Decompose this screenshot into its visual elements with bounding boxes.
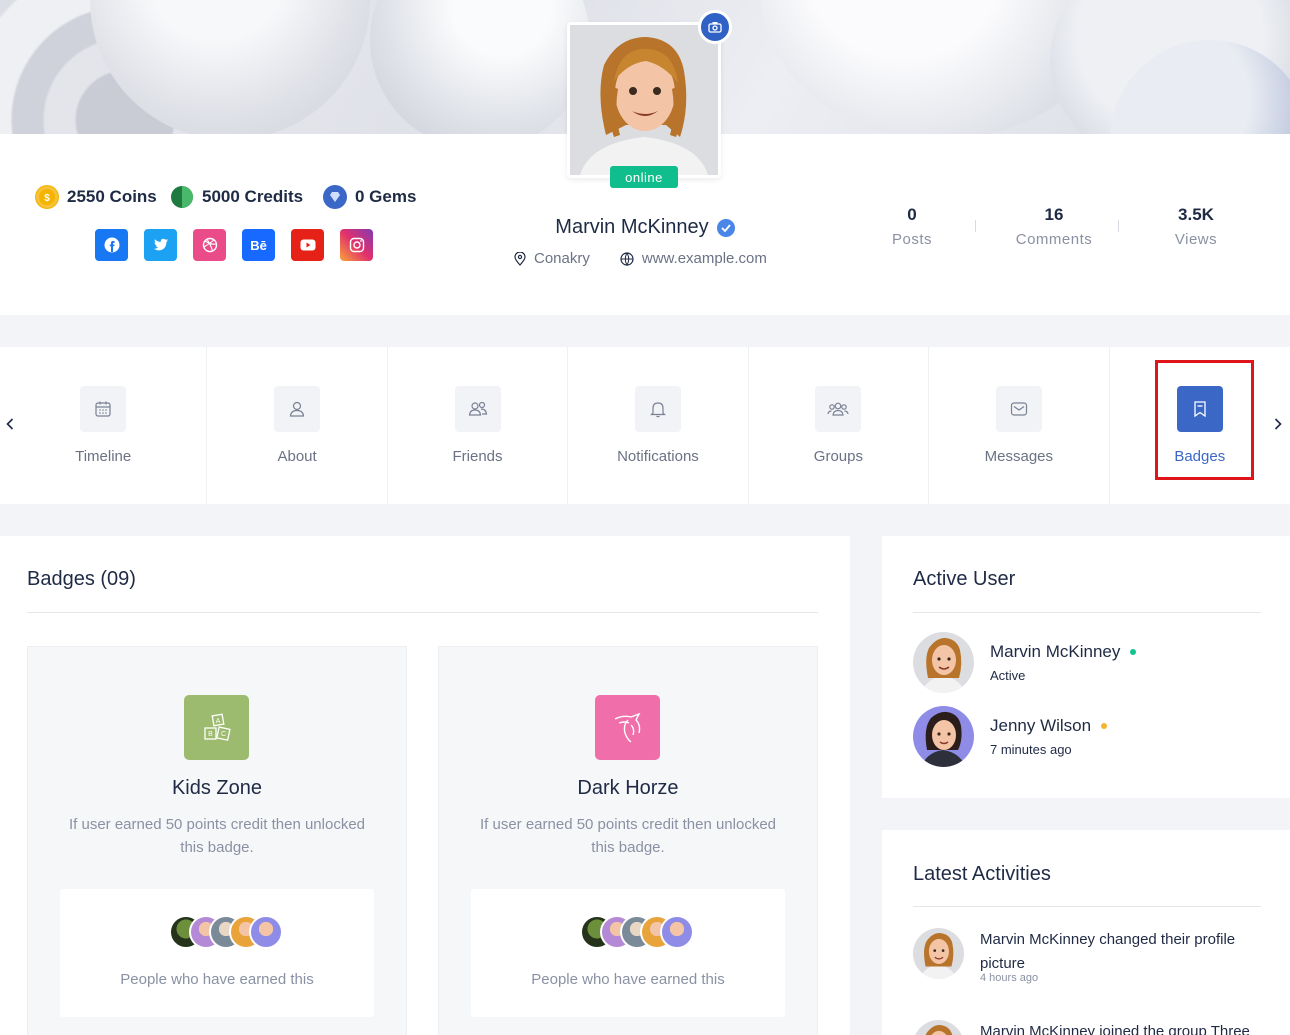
- divider: [913, 612, 1261, 613]
- change-photo-button[interactable]: [698, 10, 732, 44]
- badge-description: If user earned 50 points credit then unl…: [479, 816, 777, 856]
- badges-title: Badges (09): [27, 568, 136, 590]
- active-tab-highlight: [1155, 360, 1254, 480]
- badge-card[interactable]: Dark Horze If user earned 50 points cred…: [438, 646, 818, 1035]
- avatar: [913, 1020, 964, 1035]
- earned-avatars: [169, 915, 283, 949]
- chevron-right-icon: [1274, 418, 1282, 430]
- tab-notifications[interactable]: Notifications: [568, 347, 749, 504]
- horse-icon: [595, 695, 660, 760]
- earned-box: People who have earned this: [60, 889, 374, 1017]
- latest-activities-title: Latest Activities: [913, 863, 1051, 885]
- credits-balance: 5000 Credits: [170, 185, 303, 209]
- gem-icon: [323, 185, 347, 209]
- profile-website-link[interactable]: www.example.com: [620, 250, 767, 267]
- svg-text:C: C: [220, 731, 225, 738]
- map-pin-icon: [514, 251, 526, 266]
- svg-text:B: B: [208, 731, 213, 738]
- tabs-next-arrow[interactable]: [1272, 416, 1284, 432]
- profile-stats: 0 Posts 16 Comments 3.5K Views: [841, 205, 1267, 248]
- active-user-item[interactable]: Jenny Wilson 7 minutes ago: [913, 706, 1108, 767]
- user-icon: [274, 386, 321, 432]
- avatar: [913, 706, 974, 767]
- online-status-badge: online: [610, 166, 678, 188]
- stat-divider: [975, 220, 976, 232]
- away-dot: [1101, 723, 1108, 729]
- chevron-left-icon: [6, 418, 14, 430]
- earned-text: People who have earned this: [120, 971, 314, 988]
- tabs-prev-arrow[interactable]: [4, 416, 16, 432]
- user-status: 7 minutes ago: [990, 742, 1072, 757]
- user-name: Jenny Wilson: [990, 716, 1108, 736]
- avatar: [913, 632, 974, 693]
- calendar-icon: [80, 386, 127, 432]
- profile-avatar: [567, 22, 721, 178]
- camera-icon: [708, 22, 722, 33]
- earned-box: People who have earned this: [471, 889, 785, 1017]
- stat-divider: [1118, 220, 1119, 232]
- earned-avatars: [580, 915, 694, 949]
- friends-icon: [454, 386, 501, 432]
- envelope-icon: [995, 386, 1042, 432]
- svg-text:$: $: [44, 193, 50, 204]
- profile-tabs: Timeline About Friends Notifications Gro…: [0, 347, 1290, 504]
- badge-description: If user earned 50 points credit then unl…: [68, 816, 366, 856]
- badge-card[interactable]: ABC Kids Zone If user earned 50 points c…: [27, 646, 407, 1035]
- user-status: Active: [990, 668, 1026, 683]
- globe-icon: [620, 251, 634, 266]
- groups-icon: [815, 386, 862, 432]
- coin-icon: $: [35, 185, 59, 209]
- badge-title: Dark Horze: [577, 777, 679, 799]
- avatar: [913, 928, 964, 979]
- avatar: [249, 915, 283, 949]
- user-name: Marvin McKinney: [990, 642, 1137, 662]
- profile-name: Marvin McKinney: [555, 216, 709, 238]
- credit-icon: [170, 185, 194, 209]
- active-user-title: Active User: [913, 568, 1016, 590]
- divider: [27, 612, 818, 613]
- divider: [913, 906, 1261, 907]
- tab-groups[interactable]: Groups: [749, 347, 930, 504]
- bell-icon: [634, 386, 681, 432]
- stat-views: 3.5K Views: [1174, 205, 1218, 248]
- active-user-item[interactable]: Marvin McKinney Active: [913, 632, 1137, 693]
- tab-timeline[interactable]: Timeline: [0, 347, 208, 504]
- profile-location: Conakry: [514, 250, 590, 267]
- badge-title: Kids Zone: [171, 777, 263, 799]
- abc-blocks-icon: ABC: [184, 695, 249, 760]
- verified-icon: [716, 218, 735, 237]
- avatar: [660, 915, 694, 949]
- tab-friends[interactable]: Friends: [388, 347, 569, 504]
- stat-posts: 0 Posts: [891, 205, 932, 248]
- activity-time: 4 hours ago: [980, 972, 1039, 984]
- stat-comments: 16 Comments: [1015, 205, 1093, 248]
- tab-about[interactable]: About: [207, 347, 388, 504]
- tab-messages[interactable]: Messages: [929, 347, 1110, 504]
- activity-item[interactable]: Marvin McKinney joined the group Three: [913, 1020, 1250, 1035]
- activity-text: Marvin McKinney joined the group Three: [980, 1023, 1250, 1035]
- activity-item[interactable]: Marvin McKinney changed their profile pi…: [913, 928, 1250, 984]
- svg-text:A: A: [215, 718, 220, 725]
- gems-balance: 0 Gems: [323, 185, 416, 209]
- earned-text: People who have earned this: [531, 971, 725, 988]
- activity-text: Marvin McKinney changed their profile pi…: [980, 931, 1236, 972]
- online-dot: [1130, 649, 1137, 655]
- coins-balance: $ 2550 Coins: [35, 185, 157, 209]
- profile-meta: Conakry www.example.com: [514, 250, 767, 267]
